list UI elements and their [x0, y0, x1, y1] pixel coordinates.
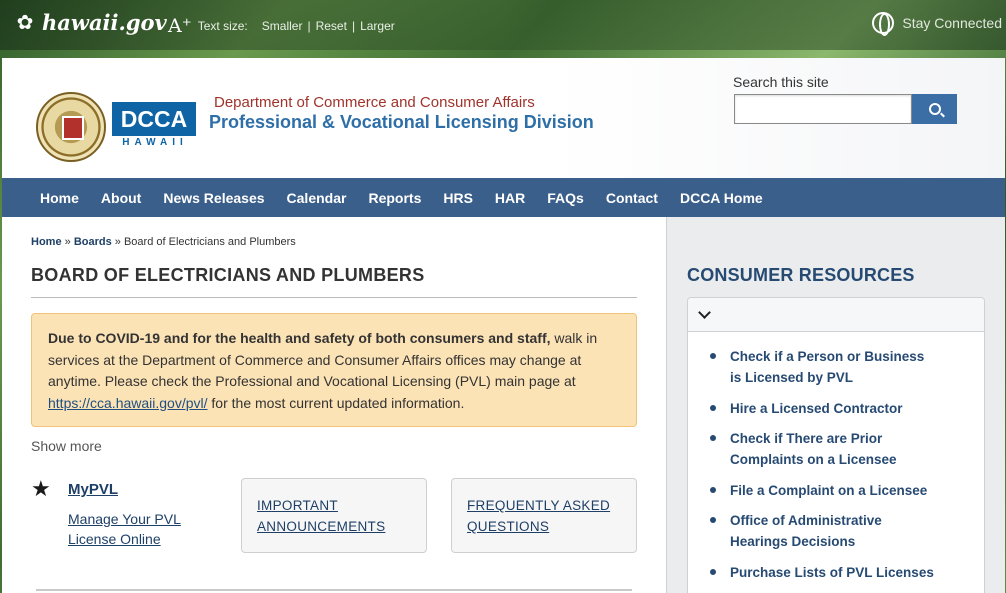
breadcrumb-home[interactable]: Home — [31, 236, 62, 248]
text-size-separator: | — [351, 19, 356, 33]
search-icon — [928, 103, 941, 115]
department-name: Department of Commerce and Consumer Affa… — [214, 94, 535, 111]
consumer-resources-accordion: Check if a Person or Business is License… — [687, 297, 985, 593]
breadcrumb-boards[interactable]: Boards — [74, 236, 112, 248]
mypvl-title[interactable]: MyPVL — [68, 481, 118, 498]
alert-tail-text: for the most current updated information… — [207, 394, 465, 411]
covid-alert: Due to COVID-19 and for the health and s… — [31, 313, 637, 427]
title-divider — [31, 297, 637, 298]
nav-home[interactable]: Home — [29, 190, 90, 206]
dcca-logo-sub: HAWAII — [122, 137, 188, 148]
search-input[interactable] — [734, 94, 912, 124]
resource-link-check-license[interactable]: Check if a Person or Business is License… — [710, 346, 930, 388]
logo-text: hawaii.gov — [42, 10, 167, 35]
site-header: DCCA HAWAII Department of Commerce and C… — [2, 58, 1005, 178]
manage-pvl-license-link[interactable]: Manage Your PVL License Online — [68, 509, 208, 549]
text-size-label: Text size: — [197, 19, 248, 33]
nav-about[interactable]: About — [90, 190, 152, 206]
consumer-resources-title: CONSUMER RESOURCES — [687, 265, 915, 285]
nav-hrs[interactable]: HRS — [432, 190, 484, 206]
page-title: BOARD OF ELECTRICIANS AND PLUMBERS — [31, 265, 425, 285]
text-smaller-link[interactable]: Smaller — [262, 19, 303, 33]
flower-icon: ✿ — [16, 11, 34, 34]
resource-link-hire-contractor[interactable]: Hire a Licensed Contractor — [710, 398, 984, 419]
text-size-controls: A⁺ Text size: Smaller | Reset | Larger — [168, 15, 395, 37]
nav-har[interactable]: HAR — [484, 190, 536, 206]
search-label: Search this site — [733, 74, 829, 90]
division-name[interactable]: Professional & Vocational Licensing Divi… — [209, 112, 594, 133]
breadcrumb-separator: » — [114, 236, 121, 248]
resource-link-prior-complaints[interactable]: Check if There are Prior Complaints on a… — [710, 428, 930, 470]
content-divider — [36, 589, 632, 591]
text-size-separator: | — [307, 19, 311, 33]
nav-contact[interactable]: Contact — [595, 190, 669, 206]
star-icon: ★ — [31, 476, 51, 501]
nav-news-releases[interactable]: News Releases — [152, 190, 275, 206]
state-seal-logo[interactable] — [36, 92, 106, 162]
important-announcements-card[interactable]: IMPORTANT ANNOUNCEMENTS — [241, 478, 427, 553]
text-reset-link[interactable]: Reset — [316, 19, 347, 33]
search-button[interactable] — [912, 94, 957, 124]
faq-card[interactable]: FREQUENTLY ASKED QUESTIONS — [451, 478, 637, 553]
accordion-toggle[interactable] — [688, 298, 984, 332]
stay-connected-label: Stay Connected — [902, 15, 1002, 31]
dcca-logo-text: DCCA — [112, 102, 196, 136]
top-bar: ✿ hawaii.gov A⁺ Text size: Smaller | Res… — [0, 0, 1006, 50]
resource-link-hearings-decisions[interactable]: Office of Administrative Hearings Decisi… — [710, 510, 910, 552]
pvl-main-page-link[interactable]: https://cca.hawaii.gov/pvl/ — [48, 395, 208, 411]
dcca-logo[interactable]: DCCA HAWAII — [112, 102, 198, 150]
nav-reports[interactable]: Reports — [357, 190, 432, 206]
breadcrumb-current: Board of Electricians and Plumbers — [123, 236, 296, 248]
stay-connected-link[interactable]: Stay Connected — [872, 12, 1002, 36]
resource-link-file-complaint[interactable]: File a Complaint on a Licensee — [710, 480, 984, 501]
nav-calendar[interactable]: Calendar — [276, 190, 358, 206]
alert-bold-text: Due to COVID-19 and for the health and s… — [48, 330, 551, 346]
hawaii-gov-logo[interactable]: ✿ hawaii.gov — [14, 10, 167, 35]
breadcrumb: Home » Boards » Board of Electricians an… — [31, 236, 296, 248]
main-nav: Home About News Releases Calendar Report… — [2, 178, 1005, 217]
show-more-toggle[interactable]: Show more — [31, 438, 102, 454]
nav-dcca-home[interactable]: DCCA Home — [669, 190, 774, 206]
page-container: DCCA HAWAII Department of Commerce and C… — [2, 58, 1005, 593]
resource-link-purchase-lists[interactable]: Purchase Lists of PVL Licenses — [710, 562, 984, 583]
text-size-icon: A⁺ — [168, 15, 192, 37]
main-content: Home » Boards » Board of Electricians an… — [2, 217, 666, 593]
globe-icon — [872, 12, 895, 36]
resource-list: Check if a Person or Business is License… — [688, 332, 984, 583]
chevron-down-icon — [698, 306, 711, 319]
nav-faqs[interactable]: FAQs — [536, 190, 595, 206]
sidebar: CONSUMER RESOURCES Check if a Person or … — [666, 217, 1005, 593]
breadcrumb-separator: » — [64, 236, 71, 248]
text-larger-link[interactable]: Larger — [360, 19, 395, 33]
